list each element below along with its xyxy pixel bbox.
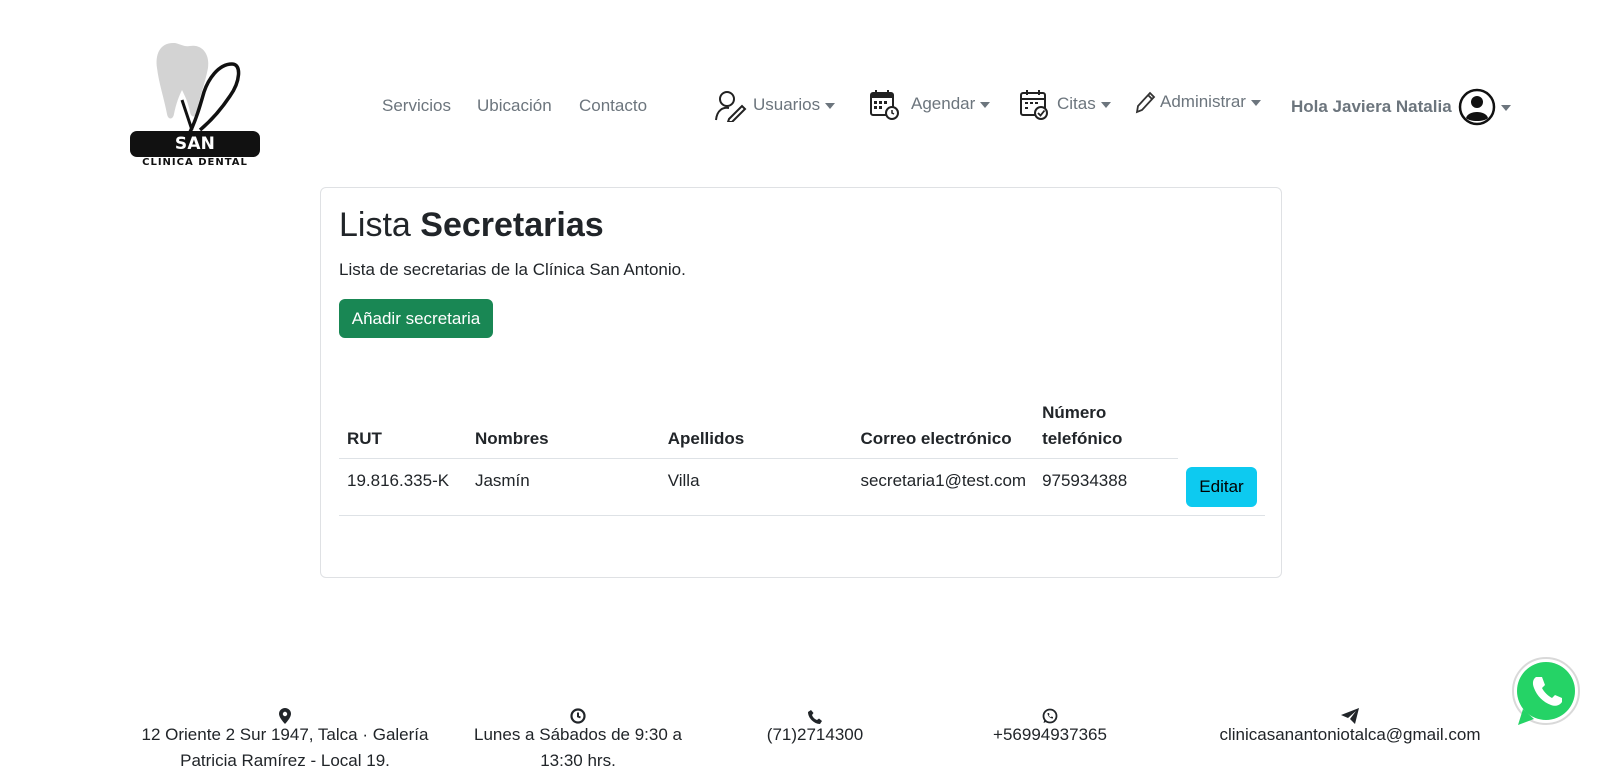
cell-nombres: Jasmín [466,458,660,516]
chevron-down-icon [1100,102,1111,108]
col-actions [1178,394,1265,459]
table-header-row: RUT Nombres Apellidos Correo electrónico… [339,394,1265,459]
footer-phone: (71)2714300 [740,706,890,748]
page-description: Lista de secretarias de la Clínica San A… [339,260,686,279]
table-row: 19.816.335-K Jasmín Villa secretaria1@te… [339,458,1265,516]
footer-address-text: 12 Oriente 2 Sur 1947, Talca · Galería P… [141,725,429,770]
page-title-bold: Secretarias [420,206,604,244]
nav-link-ubicacion[interactable]: Ubicación [477,96,552,116]
user-menu[interactable]: Hola Javiera Natalia [1291,88,1511,126]
nav-dropdown-administrar-label: Administrar [1160,92,1246,111]
page-title-light: Lista [339,206,411,244]
phone-icon [740,706,890,724]
col-correo: Correo electrónico [852,394,1035,459]
user-circle-icon [1458,88,1496,126]
cell-telefono: 975934388 [1034,458,1178,516]
chevron-down-icon [1500,105,1511,111]
nav-dropdown-usuarios[interactable]: Usuarios [713,88,836,122]
footer-address: 12 Oriente 2 Sur 1947, Talca · Galería P… [140,706,430,773]
nav-dropdown-agendar[interactable]: Agendar [869,88,991,120]
nav-dropdown-usuarios-label: Usuarios [753,95,821,114]
whatsapp-logo-icon [1512,657,1580,725]
footer-email: clinicasanantoniotalca@gmail.com [1200,706,1500,748]
col-nombres: Nombres [466,394,660,459]
user-greeting: Hola Javiera Natalia [1291,97,1452,116]
nav-link-contacto[interactable]: Contacto [579,96,647,116]
footer-whatsapp: +56994937365 [980,706,1120,748]
pencil-icon [1133,88,1157,116]
calendar-clock-icon [869,88,899,120]
footer-phone-text[interactable]: (71)2714300 [767,725,863,744]
footer-email-text[interactable]: clinicasanantoniotalca@gmail.com [1219,725,1480,744]
users-icon [713,88,747,122]
nav-dropdown-administrar[interactable]: Administrar [1133,88,1261,116]
add-secretaria-button[interactable]: Añadir secretaria [339,299,493,338]
send-icon [1200,706,1500,724]
whatsapp-icon [980,706,1120,724]
clinic-logo[interactable]: SAN ANTONIO CLINICA DENTAL [130,40,260,180]
col-telefono: Número telefónico [1034,394,1178,459]
chevron-down-icon [825,103,836,109]
cell-rut: 19.816.335-K [339,458,467,516]
col-rut: RUT [339,394,467,459]
col-telefono-label: Número telefónico [1042,403,1123,448]
cell-correo: secretaria1@test.com [852,458,1035,516]
nav-dropdown-agendar-label: Agendar [911,94,976,113]
nav-link-servicios[interactable]: Servicios [382,96,451,116]
chevron-down-icon [1250,100,1261,106]
whatsapp-float-button[interactable] [1508,655,1584,731]
map-pin-icon [140,706,430,724]
footer-hours-text: Lunes a Sábados de 9:30 a 13:30 hrs. [474,725,682,770]
brand-name: SAN ANTONIO [130,131,260,180]
nav-dropdown-citas[interactable]: Citas [1019,88,1111,120]
col-apellidos: Apellidos [659,394,853,459]
footer-whatsapp-text[interactable]: +56994937365 [993,725,1107,744]
cell-apellidos: Villa [659,458,853,516]
tooth-logo-icon [156,42,241,133]
page-title: Lista Secretarias [339,206,604,245]
calendar-check-icon [1019,88,1049,120]
edit-button[interactable]: Editar [1186,466,1257,507]
chevron-down-icon [980,102,991,108]
cell-actions: Editar [1178,458,1265,516]
brand-subtitle: CLINICA DENTAL [142,157,248,168]
secretarias-table: RUT Nombres Apellidos Correo electrónico… [339,394,1265,516]
secretarias-card: Lista Secretarias Lista de secretarias d… [320,187,1282,578]
clock-icon [470,706,686,724]
footer-hours: Lunes a Sábados de 9:30 a 13:30 hrs. [470,706,686,773]
nav-dropdown-citas-label: Citas [1057,94,1096,113]
